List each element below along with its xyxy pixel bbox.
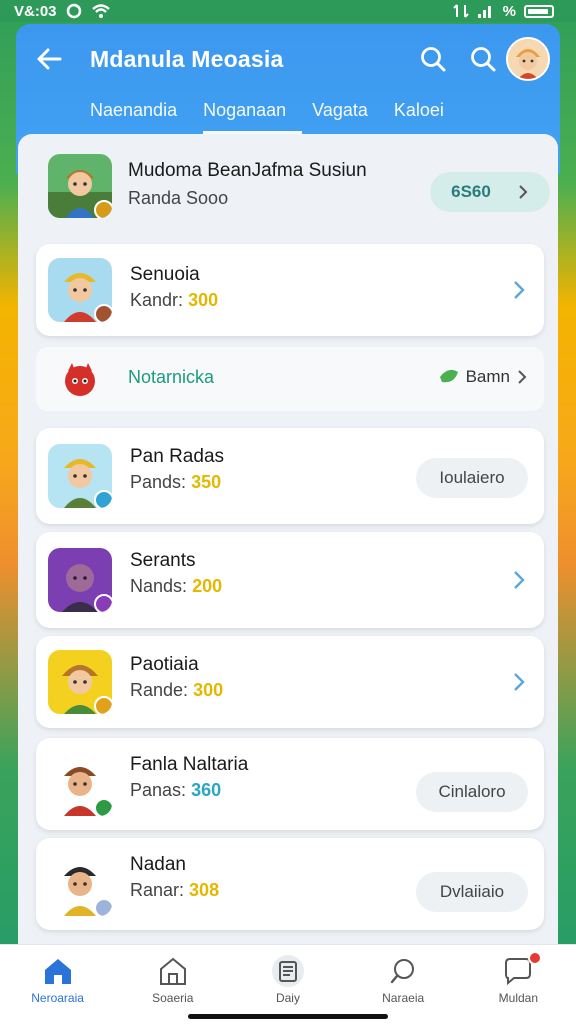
- monster-icon: [65, 363, 95, 396]
- list-item[interactable]: Fanla Naltaria Panas: 360 Cinlaloro: [36, 738, 544, 830]
- badge-icon: [94, 200, 112, 218]
- item-title: Nadan: [130, 854, 186, 875]
- item-subtitle: Pands: 350: [130, 472, 222, 492]
- badge-icon: [94, 898, 112, 916]
- game-thumbnail: [48, 154, 112, 218]
- tab-naenandia[interactable]: Naenandia: [90, 100, 193, 134]
- game-thumbnail: [48, 752, 112, 816]
- battery-icon: [524, 4, 554, 18]
- item-title: Fanla Naltaria: [130, 754, 249, 775]
- badge-icon: [94, 696, 112, 714]
- item-subtitle: Nands: 200: [130, 576, 223, 596]
- chevron-right-icon[interactable]: [510, 671, 528, 693]
- item-title: Mudoma BeanJafma Susiun: [128, 160, 367, 181]
- list-item[interactable]: Pan Radas Pands: 350 Ioulaiero: [36, 428, 544, 524]
- search-icon: [390, 959, 415, 984]
- badge-icon: [94, 594, 112, 612]
- search-icon[interactable]: [418, 44, 448, 74]
- item-subtitle: Randa Sooo: [128, 188, 229, 208]
- status-bar: V&:03 %: [0, 0, 576, 22]
- item-title: Serants: [130, 550, 196, 571]
- item-title: Senuoia: [130, 264, 200, 285]
- nav-home[interactable]: Neroaraia: [13, 955, 103, 1005]
- status-time: V&:03: [14, 2, 57, 20]
- list-item[interactable]: Paotiaia Rande: 300: [36, 636, 544, 728]
- avatar[interactable]: [506, 37, 550, 81]
- status-percent: %: [502, 2, 516, 20]
- nav-list[interactable]: Daiy: [243, 955, 333, 1005]
- item-title: Paotiaia: [130, 654, 199, 675]
- chevron-right-icon[interactable]: [510, 569, 528, 591]
- wifi-icon: [91, 4, 110, 18]
- chevron-right-icon[interactable]: [510, 279, 528, 301]
- game-thumbnail: [48, 852, 112, 916]
- nav-chat[interactable]: Muldan: [473, 951, 563, 1005]
- item-subtitle: Kandr: 300: [130, 290, 219, 310]
- install-button[interactable]: Ioulaiero: [416, 458, 528, 498]
- badge-icon: [94, 304, 112, 322]
- nav-store[interactable]: Soaeria: [128, 955, 218, 1005]
- store-icon: [159, 957, 186, 985]
- tab-vagata[interactable]: Vagata: [312, 100, 384, 134]
- signal-icon: [477, 6, 491, 18]
- chevron-right-icon: [518, 370, 527, 384]
- list-item[interactable]: Senuoia Kandr: 300: [36, 244, 544, 336]
- badge-icon: [94, 490, 112, 508]
- item-subtitle: Panas: 360: [130, 780, 222, 800]
- home-icon: [44, 959, 71, 984]
- search-icon[interactable]: [468, 44, 498, 74]
- chevron-right-icon: [519, 185, 528, 199]
- game-thumbnail: [48, 258, 112, 322]
- leaf-icon: [439, 369, 458, 383]
- install-button[interactable]: Dvlaiiaio: [416, 872, 528, 912]
- item-subtitle: Rande: 300: [130, 680, 224, 700]
- item-subtitle: Ranar: 308: [130, 880, 220, 900]
- data-icon: [452, 4, 469, 18]
- featured-item[interactable]: Mudoma BeanJafma Susiun Randa Sooo 6S60: [30, 148, 558, 238]
- notice-row[interactable]: Notarnicka Bamn: [36, 347, 544, 411]
- badge-icon: [94, 798, 112, 816]
- tab-kaloei[interactable]: Kaloei: [394, 100, 460, 134]
- tab-bar: Naenandia Noganaan Vagata Kaloei: [90, 100, 470, 134]
- price-button[interactable]: 6S60: [430, 172, 550, 212]
- home-indicator: [188, 1014, 388, 1019]
- game-thumbnail: [48, 650, 112, 714]
- back-arrow-icon[interactable]: [34, 44, 64, 74]
- list-item[interactable]: Serants Nands: 200: [36, 532, 544, 628]
- list-item[interactable]: Nadan Ranar: 308 Dvlaiiaio: [36, 838, 544, 930]
- page-title: Mdanula Meoasia: [90, 46, 284, 72]
- notification-badge: [528, 951, 543, 965]
- nav-search[interactable]: Naraeia: [358, 955, 448, 1005]
- tab-noganaan[interactable]: Noganaan: [203, 100, 303, 134]
- content-panel: Mudoma BeanJafma Susiun Randa Sooo 6S60 …: [18, 134, 558, 944]
- item-title: Pan Radas: [130, 446, 225, 467]
- game-thumbnail: [48, 548, 112, 612]
- notice-action[interactable]: Bamn: [438, 367, 528, 387]
- install-button[interactable]: Cinlaloro: [416, 772, 528, 812]
- bottom-nav: Neroaraia Soaeria Daiy Naraeia Muldan: [0, 944, 576, 1024]
- notice-title: Notarnicka: [128, 367, 215, 387]
- list-icon: [271, 955, 304, 987]
- game-thumbnail: [48, 444, 112, 508]
- sync-icon: [66, 3, 81, 19]
